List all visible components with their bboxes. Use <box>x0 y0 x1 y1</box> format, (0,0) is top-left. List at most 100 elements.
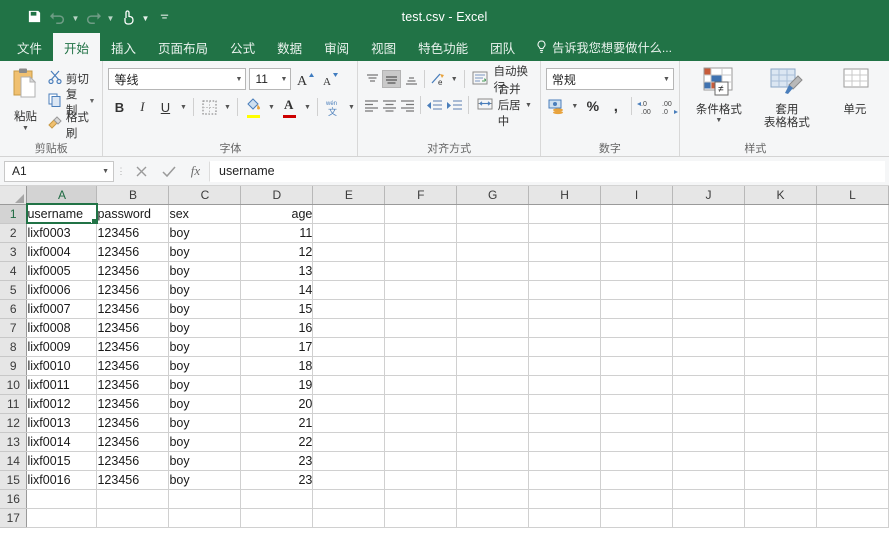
select-all-corner[interactable] <box>0 186 28 205</box>
font-size-dropdown-icon[interactable]: ▼ <box>278 76 288 83</box>
cell-h17[interactable] <box>528 508 602 528</box>
cell-l14[interactable] <box>816 451 889 471</box>
column-header-d[interactable]: D <box>240 186 314 205</box>
column-header-b[interactable]: B <box>96 186 170 205</box>
cell-i6[interactable] <box>600 299 674 319</box>
underline-button[interactable]: U <box>154 96 176 118</box>
cell-g9[interactable] <box>456 356 530 376</box>
cell-h6[interactable] <box>528 299 602 319</box>
cell-c1[interactable]: sex <box>168 204 242 224</box>
cell-d2[interactable]: 11 <box>240 223 314 243</box>
name-box[interactable]: A1 ▼ <box>4 160 114 182</box>
font-name-input[interactable]: 等线 ▼ <box>108 68 247 90</box>
cell-a15[interactable]: lixf0016 <box>26 470 98 490</box>
cell-b16[interactable] <box>96 489 170 509</box>
cell-h13[interactable] <box>528 432 602 452</box>
cancel-entry-icon[interactable] <box>128 160 155 182</box>
borders-dropdown-icon[interactable]: ▼ <box>221 96 233 118</box>
grow-font-button[interactable]: A <box>294 68 316 90</box>
cell-f13[interactable] <box>384 432 458 452</box>
accounting-dropdown-icon[interactable]: ▼ <box>569 95 581 117</box>
cell-i1[interactable] <box>600 204 674 224</box>
cell-d8[interactable]: 17 <box>240 337 314 357</box>
cell-e7[interactable] <box>312 318 386 338</box>
cell-a2[interactable]: lixf0003 <box>26 223 98 243</box>
cell-a11[interactable]: lixf0012 <box>26 394 98 414</box>
cell-k6[interactable] <box>744 299 817 319</box>
cell-e9[interactable] <box>312 356 386 376</box>
cell-h16[interactable] <box>528 489 602 509</box>
cell-j7[interactable] <box>672 318 745 338</box>
cell-g12[interactable] <box>456 413 530 433</box>
formula-input[interactable]: username <box>209 160 885 182</box>
row-header-4[interactable]: 4 <box>0 261 28 281</box>
paste-dropdown-icon[interactable]: ▼ <box>22 125 29 132</box>
fill-color-dropdown-icon[interactable]: ▼ <box>265 96 277 118</box>
cell-b8[interactable]: 123456 <box>96 337 170 357</box>
cell-d10[interactable]: 19 <box>240 375 314 395</box>
orientation-button[interactable]: e <box>429 70 448 88</box>
cell-a7[interactable]: lixf0008 <box>26 318 98 338</box>
cell-d5[interactable]: 14 <box>240 280 314 300</box>
row-header-14[interactable]: 14 <box>0 451 28 471</box>
cell-k7[interactable] <box>744 318 817 338</box>
cell-e15[interactable] <box>312 470 386 490</box>
cell-l2[interactable] <box>816 223 889 243</box>
cell-i15[interactable] <box>600 470 674 490</box>
column-header-e[interactable]: E <box>312 186 386 205</box>
cell-c2[interactable]: boy <box>168 223 242 243</box>
cell-f10[interactable] <box>384 375 458 395</box>
align-bottom-button[interactable] <box>402 70 420 88</box>
cell-h10[interactable] <box>528 375 602 395</box>
cell-l16[interactable] <box>816 489 889 509</box>
cell-f4[interactable] <box>384 261 458 281</box>
cell-f8[interactable] <box>384 337 458 357</box>
cell-b2[interactable]: 123456 <box>96 223 170 243</box>
cell-c14[interactable]: boy <box>168 451 242 471</box>
cell-e11[interactable] <box>312 394 386 414</box>
cell-i9[interactable] <box>600 356 674 376</box>
cell-d1[interactable]: age <box>240 204 314 224</box>
cell-b11[interactable]: 123456 <box>96 394 170 414</box>
cell-e14[interactable] <box>312 451 386 471</box>
cell-b1[interactable]: password <box>96 204 170 224</box>
cell-h12[interactable] <box>528 413 602 433</box>
cell-f16[interactable] <box>384 489 458 509</box>
cell-f14[interactable] <box>384 451 458 471</box>
cell-j15[interactable] <box>672 470 745 490</box>
cell-b5[interactable]: 123456 <box>96 280 170 300</box>
cell-d16[interactable] <box>240 489 314 509</box>
column-header-a[interactable]: A <box>26 186 98 205</box>
format-as-table-button[interactable]: 套用 表格格式 <box>756 65 818 130</box>
cell-g3[interactable] <box>456 242 530 262</box>
cell-l9[interactable] <box>816 356 889 376</box>
cell-j14[interactable] <box>672 451 745 471</box>
row-header-7[interactable]: 7 <box>0 318 28 338</box>
cell-k8[interactable] <box>744 337 817 357</box>
accounting-format-button[interactable] <box>546 95 568 117</box>
cell-i8[interactable] <box>600 337 674 357</box>
cell-a4[interactable]: lixf0005 <box>26 261 98 281</box>
cell-g14[interactable] <box>456 451 530 471</box>
cell-b4[interactable]: 123456 <box>96 261 170 281</box>
cell-d13[interactable]: 22 <box>240 432 314 452</box>
tell-me-search[interactable]: 告诉我您想要做什么... <box>526 33 682 61</box>
insert-function-icon[interactable]: fx <box>182 160 209 182</box>
cell-l11[interactable] <box>816 394 889 414</box>
row-header-10[interactable]: 10 <box>0 375 28 395</box>
cell-d3[interactable]: 12 <box>240 242 314 262</box>
cell-j13[interactable] <box>672 432 745 452</box>
cell-c12[interactable]: boy <box>168 413 242 433</box>
cell-h4[interactable] <box>528 261 602 281</box>
cell-g7[interactable] <box>456 318 530 338</box>
column-header-h[interactable]: H <box>528 186 602 205</box>
cell-d14[interactable]: 23 <box>240 451 314 471</box>
cell-h7[interactable] <box>528 318 602 338</box>
cell-k4[interactable] <box>744 261 817 281</box>
row-header-5[interactable]: 5 <box>0 280 28 300</box>
cell-e6[interactable] <box>312 299 386 319</box>
column-header-f[interactable]: F <box>384 186 458 205</box>
cell-styles-button[interactable]: 单元 <box>824 65 886 117</box>
cell-f5[interactable] <box>384 280 458 300</box>
cell-b10[interactable]: 123456 <box>96 375 170 395</box>
